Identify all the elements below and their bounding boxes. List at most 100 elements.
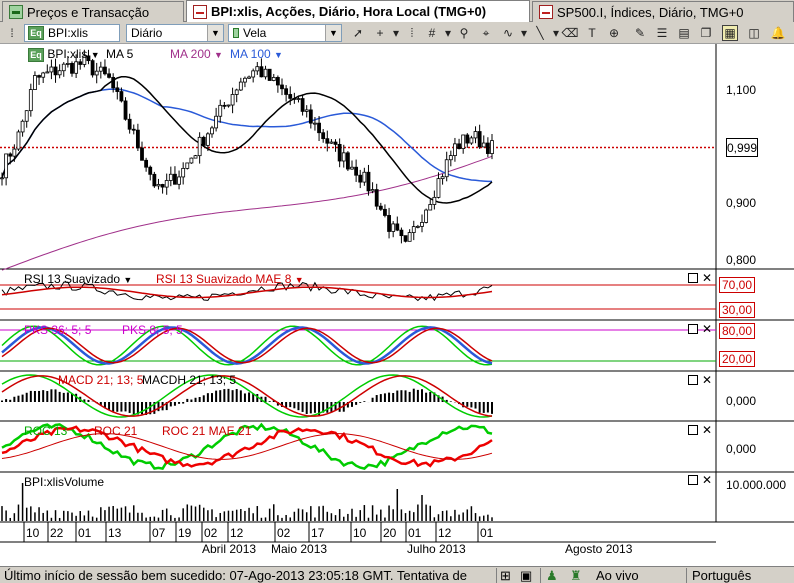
main-symbol-label: BPI:xlis xyxy=(47,47,88,61)
candle-body xyxy=(387,215,391,232)
pks-fast-legend[interactable]: PKS 8; 5; 5 xyxy=(122,323,183,337)
rsi-label: RSI 13 Suavizado xyxy=(24,272,121,286)
candle-body xyxy=(111,76,116,89)
candle-body xyxy=(267,68,272,81)
time-axis-day-label: 01 xyxy=(480,526,494,540)
brush-icon[interactable]: ✎ xyxy=(632,25,648,41)
candle-body xyxy=(28,89,33,112)
crosshair-icon[interactable]: + xyxy=(372,25,388,41)
chevron-down-icon[interactable]: ▾ xyxy=(388,25,404,41)
candle-body xyxy=(41,72,46,78)
copy-icon[interactable]: ❐ xyxy=(698,25,714,41)
time-axis-day-label: 12 xyxy=(230,526,244,540)
chart-type-select[interactable]: Vela ▼ xyxy=(228,24,342,42)
chart-settings-icon[interactable]: ▦ xyxy=(722,25,738,41)
close-pane-icon[interactable]: ✕ xyxy=(702,474,712,486)
bell-icon[interactable]: 🔔 xyxy=(770,25,786,41)
close-pane-icon[interactable]: ✕ xyxy=(702,374,712,386)
tab-bpi-chart[interactable]: BPI:xlis, Acções, Diário, Hora Local (TM… xyxy=(186,0,530,22)
candle-body xyxy=(284,88,289,95)
chevron-down-icon: ▼ xyxy=(274,50,283,60)
tab-quotes[interactable]: Preços e Transacção xyxy=(2,1,184,22)
candle-body xyxy=(74,61,79,74)
user-icon[interactable]: ♟ xyxy=(546,568,562,583)
candle-body xyxy=(189,157,194,164)
tile-icon[interactable]: ▣ xyxy=(520,568,536,583)
ma100-legend[interactable]: MA 100 ▼ xyxy=(230,47,283,61)
quote-table-icon xyxy=(9,5,23,19)
candle-body xyxy=(271,77,276,81)
time-axis-day-label: 01 xyxy=(408,526,422,540)
macd-legend[interactable]: MACD 21; 13; 5 xyxy=(58,373,143,387)
candle-body xyxy=(415,225,420,228)
ma5-legend[interactable]: MA 5 xyxy=(106,47,133,61)
rsi-mae-legend[interactable]: RSI 13 Suavizado MAE 8 ▼ xyxy=(156,272,304,286)
chart-area[interactable]: Eq BPI:xlis ▼ MA 5 MA 200 ▼ MA 100 ▼ 1,1… xyxy=(0,44,794,566)
chevron-down-icon[interactable]: ▾ xyxy=(440,25,456,41)
cursor-icon[interactable]: ➚ xyxy=(350,25,366,41)
cycle-icon[interactable]: ⊕ xyxy=(606,25,622,41)
close-pane-icon[interactable]: ✕ xyxy=(702,323,712,335)
ma200-legend[interactable]: MA 200 ▼ xyxy=(170,47,223,61)
period-select[interactable]: Diário ▼ xyxy=(126,24,224,42)
roc21-mae-legend[interactable]: ROC 21 MAE 21 xyxy=(162,424,251,438)
volume-legend[interactable]: BPI:xlisVolume xyxy=(24,475,104,489)
candle-body xyxy=(383,208,387,216)
chevron-down-icon[interactable]: ▾ xyxy=(516,25,532,41)
network-icon[interactable]: ⊞ xyxy=(500,568,516,583)
candle-body xyxy=(321,132,326,140)
maximize-pane-button[interactable] xyxy=(688,273,698,283)
rsi-legend[interactable]: RSI 13 Suavizado ▼ xyxy=(24,272,132,286)
candle-body xyxy=(490,140,494,154)
roc13-legend[interactable]: ROC 13 xyxy=(24,424,67,438)
maximize-pane-button[interactable] xyxy=(688,425,698,435)
time-axis-month-label: Julho 2013 xyxy=(407,542,466,556)
chart-type-value: Vela xyxy=(243,26,267,40)
chart-canvas[interactable] xyxy=(0,44,794,566)
close-pane-icon[interactable]: ✕ xyxy=(702,272,712,284)
trendline-icon[interactable]: ╲ xyxy=(532,25,548,41)
rsi-mae-label: RSI 13 Suavizado MAE 8 xyxy=(156,272,292,286)
roc21-legend[interactable]: ROC 21 xyxy=(94,424,137,438)
candle-body xyxy=(156,184,161,187)
candle-body xyxy=(407,232,412,242)
note-icon[interactable]: ▤ xyxy=(676,25,692,41)
settings-grip-icon[interactable]: ⁞ xyxy=(4,25,20,41)
maximize-pane-button[interactable] xyxy=(688,324,698,334)
macdh-legend[interactable]: MACDH 21; 13; 5 xyxy=(142,373,236,387)
candle-body xyxy=(94,70,99,76)
candle-body xyxy=(477,131,482,148)
bars-icon[interactable]: ⦙ xyxy=(404,25,420,41)
maximize-pane-button[interactable] xyxy=(688,375,698,385)
level-icon[interactable]: ☰ xyxy=(654,25,670,41)
zoom-icon[interactable]: ⚲ xyxy=(456,25,472,41)
indicator-icon[interactable]: ◫ xyxy=(746,25,762,41)
language-status[interactable]: Português xyxy=(692,568,792,583)
main-symbol-legend[interactable]: Eq BPI:xlis ▼ xyxy=(28,47,100,62)
close-pane-icon[interactable]: ✕ xyxy=(702,424,712,436)
text-tool-icon[interactable]: T xyxy=(584,25,600,41)
grid-icon[interactable]: # xyxy=(424,25,440,41)
tab-bar: Preços e Transacção BPI:xlis, Acções, Di… xyxy=(0,0,794,22)
maximize-pane-button[interactable] xyxy=(688,475,698,485)
pks-label: PKS 36; 5; 5 xyxy=(24,323,92,337)
candle-body xyxy=(391,223,396,232)
roc13-label: ROC 13 xyxy=(24,424,68,438)
candle-body xyxy=(61,63,66,72)
candle-body xyxy=(465,134,470,144)
pks-legend[interactable]: PKS 36; 5; 5 xyxy=(24,323,91,337)
candle-body xyxy=(53,66,58,76)
candle-body xyxy=(308,109,313,124)
symbol-input[interactable]: Eq BPI:xlis xyxy=(24,24,120,42)
time-axis-day-label: 19 xyxy=(178,526,192,540)
wave-icon[interactable]: ∿ xyxy=(500,25,516,41)
time-axis-month-label: Agosto 2013 xyxy=(565,542,633,556)
candle-body xyxy=(374,189,379,207)
connection-icon[interactable]: ♜ xyxy=(570,568,586,583)
candle-body xyxy=(123,100,128,120)
tab-label: BPI:xlis, Acções, Diário, Hora Local (TM… xyxy=(211,4,487,19)
tab-sp500-chart[interactable]: SP500.I, Índices, Diário, TMG+0 xyxy=(532,1,794,22)
draw-select-icon[interactable]: ⌖ xyxy=(478,25,494,41)
time-axis-day-label: 02 xyxy=(204,526,218,540)
eraser-icon[interactable]: ⌫ xyxy=(562,25,579,41)
